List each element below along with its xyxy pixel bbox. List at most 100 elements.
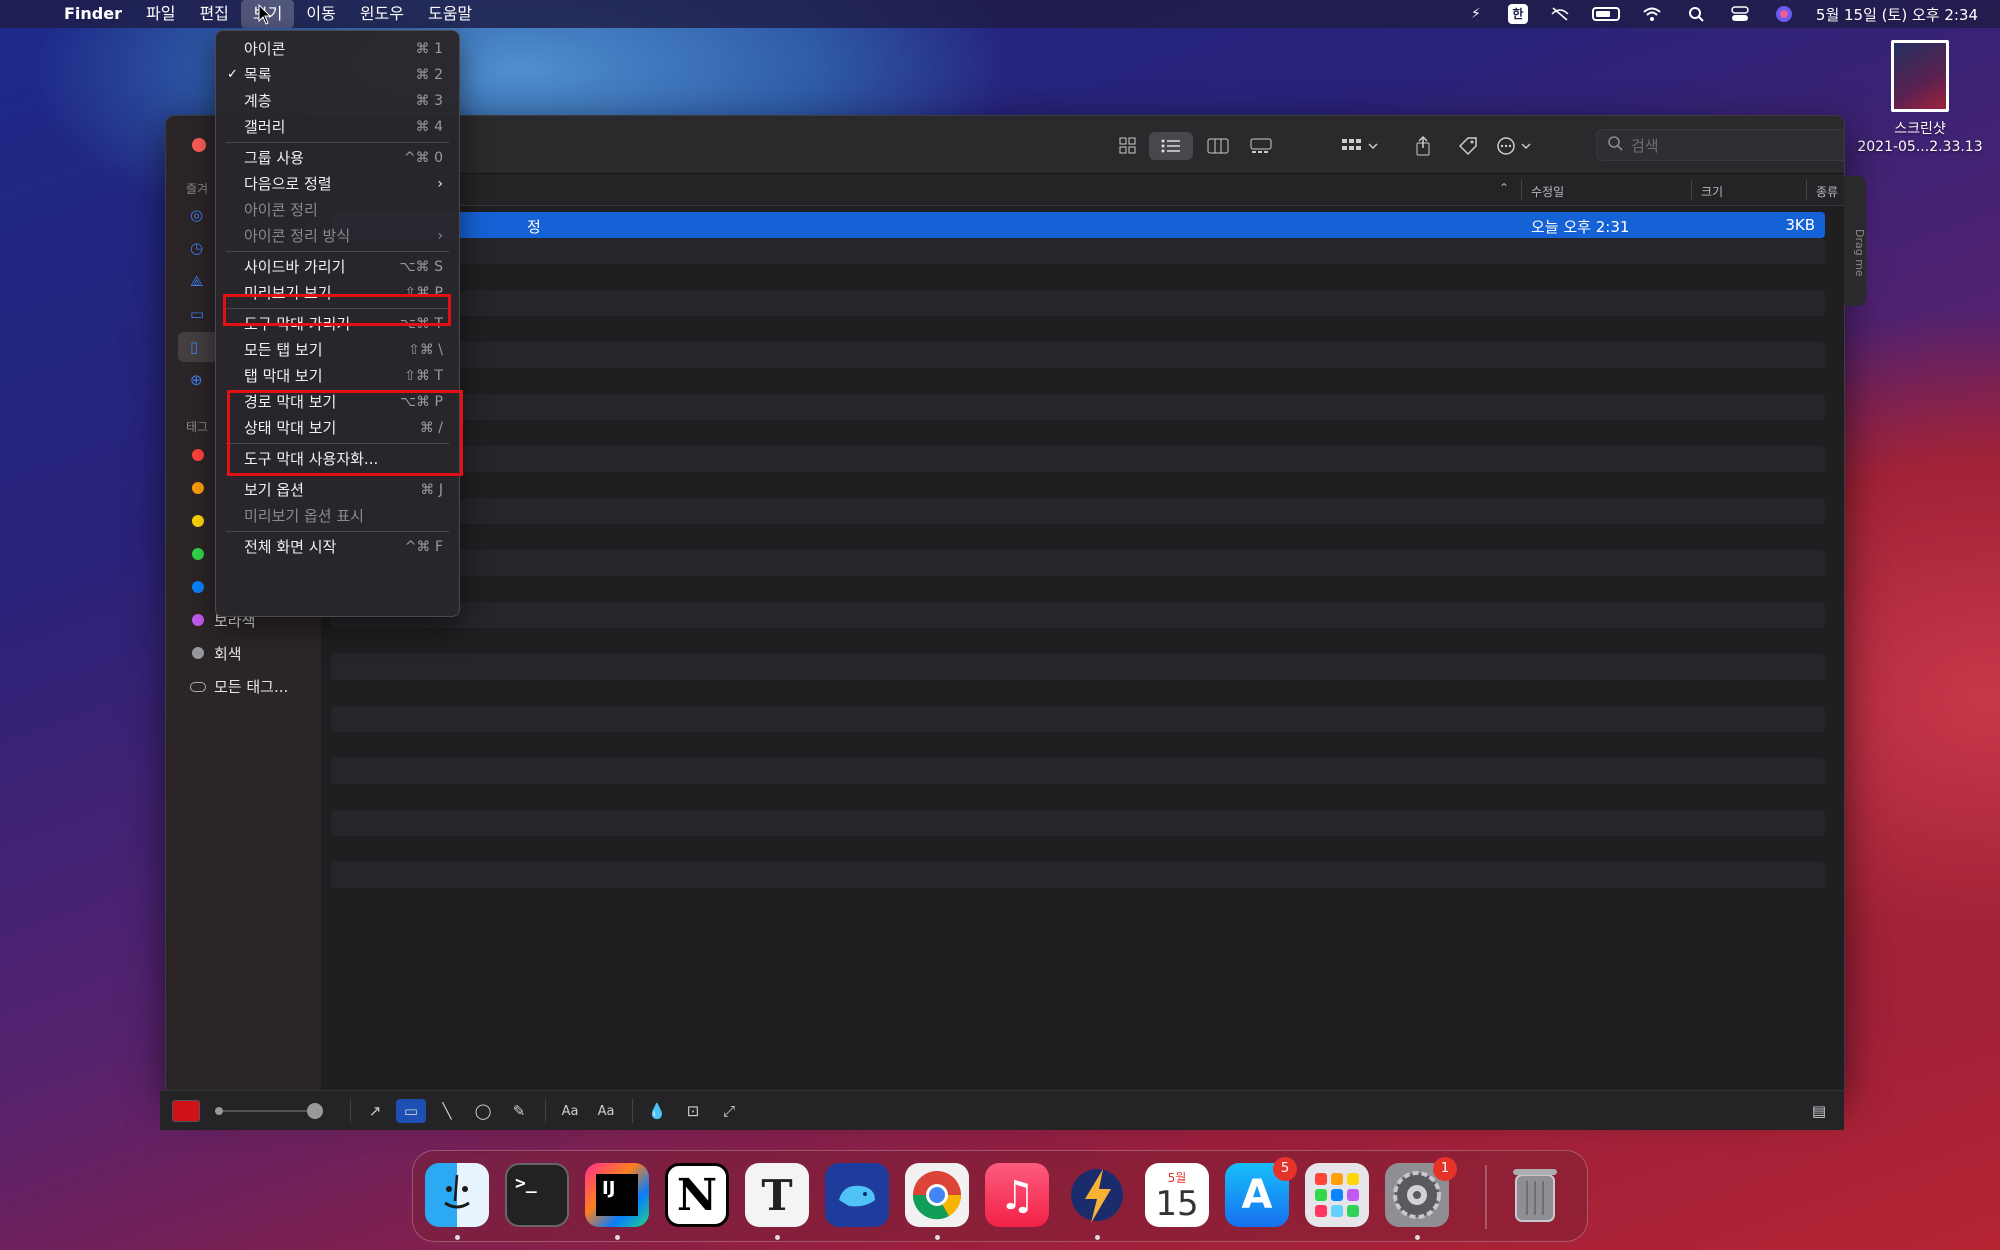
column-view-icon[interactable] xyxy=(1199,132,1237,160)
wifi-icon[interactable] xyxy=(1640,5,1664,23)
color-swatch-button[interactable] xyxy=(172,1100,200,1122)
desktop-screenshot-file[interactable]: 스크린샷 2021-05...2.33.13 xyxy=(1850,40,1990,156)
column-divider[interactable] xyxy=(1806,180,1807,200)
group-by-icon[interactable] xyxy=(1336,132,1386,160)
desktop-icon[interactable]: ▭ xyxy=(190,305,208,323)
menu-app-finder[interactable]: Finder xyxy=(52,0,134,28)
menu-edit[interactable]: 편집 xyxy=(187,0,240,28)
notion-app-icon[interactable]: N xyxy=(665,1163,729,1227)
menu-item-label: 모든 탭 보기 xyxy=(244,341,323,359)
crop-tool-icon[interactable]: ⊡ xyxy=(678,1099,708,1123)
mouse-cursor-icon xyxy=(258,4,272,25)
tag-gray-dot[interactable] xyxy=(192,647,204,659)
menu-item-label: 아이콘 xyxy=(244,40,286,58)
empty-row xyxy=(331,394,1825,420)
menu-item-show-all-tabs[interactable]: 모든 탭 보기 ⇧⌘ \ xyxy=(216,337,459,363)
control-center-icon[interactable] xyxy=(1728,5,1752,23)
highlight-box-preview xyxy=(223,294,451,326)
close-window-button[interactable] xyxy=(192,138,206,152)
column-divider[interactable] xyxy=(1691,180,1692,200)
tag-icon[interactable] xyxy=(1451,132,1485,160)
menubar-clock[interactable]: 5월 15일 (토) 오후 2:34 xyxy=(1816,4,1978,25)
menu-shortcut: ⇧⌘ \ xyxy=(408,342,443,358)
line-width-slider[interactable] xyxy=(215,1103,335,1119)
empty-row xyxy=(331,654,1825,680)
blur-tool-icon[interactable]: 💧 xyxy=(642,1099,672,1123)
finder-app-icon[interactable] xyxy=(425,1163,489,1227)
menu-item-icons[interactable]: 아이콘 ⌘ 1 xyxy=(216,36,459,62)
ellipse-tool-icon[interactable]: ◯ xyxy=(468,1099,498,1123)
menu-go[interactable]: 이동 xyxy=(294,0,347,28)
rectangle-tool-icon[interactable]: ▭ xyxy=(396,1099,426,1123)
applications-icon[interactable]: ⟁ xyxy=(190,272,208,290)
trash-icon[interactable] xyxy=(1503,1163,1567,1227)
icon-view-icon[interactable] xyxy=(1111,132,1145,160)
menu-file[interactable]: 파일 xyxy=(134,0,187,28)
tag-blue-dot[interactable] xyxy=(192,581,204,593)
menu-window[interactable]: 윈도우 xyxy=(348,0,416,28)
empty-row xyxy=(331,446,1825,472)
text-tool-button[interactable]: Aa xyxy=(555,1099,585,1123)
menu-help[interactable]: 도움말 xyxy=(416,0,484,28)
downloads-icon[interactable]: ⊕ xyxy=(190,371,208,389)
empty-row xyxy=(331,602,1825,628)
tag-gray-label[interactable]: 회색 xyxy=(214,643,242,664)
siri-icon[interactable] xyxy=(1772,5,1796,23)
system-preferences-app-icon[interactable]: 1 xyxy=(1385,1157,1457,1227)
text-style-tool-button[interactable]: Aa xyxy=(591,1099,621,1123)
menu-item-gallery[interactable]: 갤러리 ⌘ 4 xyxy=(216,114,459,140)
documents-icon[interactable]: ▯ xyxy=(190,338,208,356)
spotlight-search-icon[interactable] xyxy=(1684,5,1708,23)
resize-tool-icon[interactable]: ⤢ xyxy=(714,1099,744,1123)
terminal-app-icon[interactable]: >_ xyxy=(505,1163,569,1227)
tag-purple-dot[interactable] xyxy=(192,614,204,626)
battery-icon[interactable] xyxy=(1591,7,1620,21)
menu-item-columns[interactable]: 계층 ⌘ 3 xyxy=(216,88,459,114)
pen-tool-icon[interactable]: ✎ xyxy=(504,1099,534,1123)
menu-item-view-options[interactable]: 보기 옵션 ⌘ J xyxy=(216,477,459,503)
recents-icon[interactable]: ◷ xyxy=(190,239,208,257)
empty-row xyxy=(331,472,1825,498)
tag-orange-dot[interactable] xyxy=(192,482,204,494)
intellij-app-icon[interactable]: IJ xyxy=(585,1163,649,1227)
line-tool-icon[interactable]: ╲ xyxy=(432,1099,462,1123)
empty-row xyxy=(331,290,1825,316)
whale-browser-app-icon[interactable] xyxy=(825,1163,889,1227)
image-panel-icon[interactable]: ▤ xyxy=(1804,1099,1834,1123)
search-field[interactable]: 검색 xyxy=(1596,129,1844,161)
column-modified[interactable]: 수정일 xyxy=(1531,183,1564,200)
music-app-icon[interactable]: ♫ xyxy=(985,1163,1049,1227)
menu-item-sort-by[interactable]: 다음으로 정렬 › xyxy=(216,171,459,197)
menu-item-hide-sidebar[interactable]: 사이드바 가리기 ⌥⌘ S xyxy=(216,254,459,280)
airdrop-icon[interactable]: ◎ xyxy=(190,206,208,224)
app-store-app-icon[interactable]: A5 xyxy=(1225,1157,1297,1227)
column-kind[interactable]: 종류 xyxy=(1816,183,1838,200)
share-icon[interactable] xyxy=(1406,132,1440,160)
calendar-app-icon[interactable]: 5월 15 xyxy=(1145,1163,1209,1227)
bolt-icon[interactable]: ⚡ xyxy=(1464,5,1488,23)
tag-green-dot[interactable] xyxy=(192,548,204,560)
file-row-selected[interactable]: 정 오늘 오후 2:31 3KB Markdown xyxy=(331,212,1825,238)
menu-item-enter-full-screen[interactable]: 전체 화면 시작 ^⌘ F xyxy=(216,534,459,560)
launchpad-app-icon[interactable] xyxy=(1305,1163,1369,1227)
more-actions-icon[interactable] xyxy=(1491,132,1541,160)
arrow-tool-icon[interactable]: ↗ xyxy=(360,1099,390,1123)
tag-red-dot[interactable] xyxy=(192,449,204,461)
mute-airplay-icon[interactable] xyxy=(1548,5,1572,23)
menu-item-use-groups[interactable]: 그룹 사용 ^⌘ 0 xyxy=(216,145,459,171)
sort-chevron-icon[interactable]: ⌃ xyxy=(1499,181,1509,195)
column-size[interactable]: 크기 xyxy=(1701,183,1723,200)
list-view-icon[interactable] xyxy=(1149,132,1193,160)
tag-yellow-dot[interactable] xyxy=(192,515,204,527)
input-source-icon[interactable]: 한 xyxy=(1507,4,1528,24)
chrome-app-icon[interactable] xyxy=(905,1163,969,1227)
drag-handle[interactable]: Drag me xyxy=(1844,176,1866,306)
all-tags-link[interactable]: 모든 태그... xyxy=(214,676,288,697)
empty-row xyxy=(331,784,1825,810)
reeder-app-icon[interactable] xyxy=(1065,1163,1129,1227)
column-divider[interactable] xyxy=(1521,180,1522,200)
menu-item-show-tab-bar[interactable]: 탭 막대 보기 ⇧⌘ T xyxy=(216,363,459,389)
typora-app-icon[interactable]: T xyxy=(745,1163,809,1227)
gallery-view-icon[interactable] xyxy=(1241,132,1281,160)
menu-item-list[interactable]: ✓ 목록 ⌘ 2 xyxy=(216,62,459,88)
